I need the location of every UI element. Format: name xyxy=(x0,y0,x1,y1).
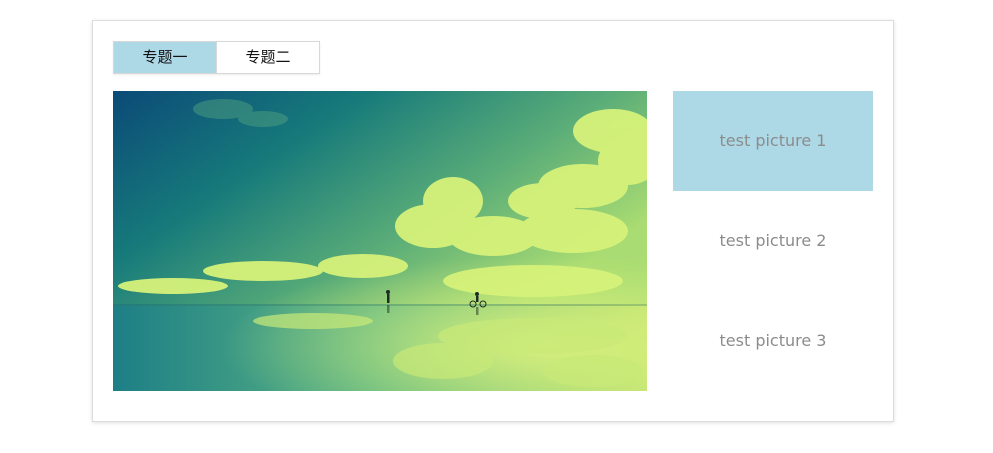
tab-topic-2[interactable]: 专题二 xyxy=(216,42,319,73)
thumbnail-item-3[interactable]: test picture 3 xyxy=(673,291,873,391)
main-landscape-image[interactable] xyxy=(113,91,647,391)
topic-tabs: 专题一 专题二 xyxy=(113,41,320,74)
slideshow-card: 专题一 专题二 test picture 1 test picture 2 te… xyxy=(92,20,894,422)
tab-topic-1[interactable]: 专题一 xyxy=(114,42,216,73)
thumbnail-item-1[interactable]: test picture 1 xyxy=(673,91,873,191)
thumbnail-item-2[interactable]: test picture 2 xyxy=(673,191,873,291)
thumbnail-list: test picture 1 test picture 2 test pictu… xyxy=(673,91,873,391)
